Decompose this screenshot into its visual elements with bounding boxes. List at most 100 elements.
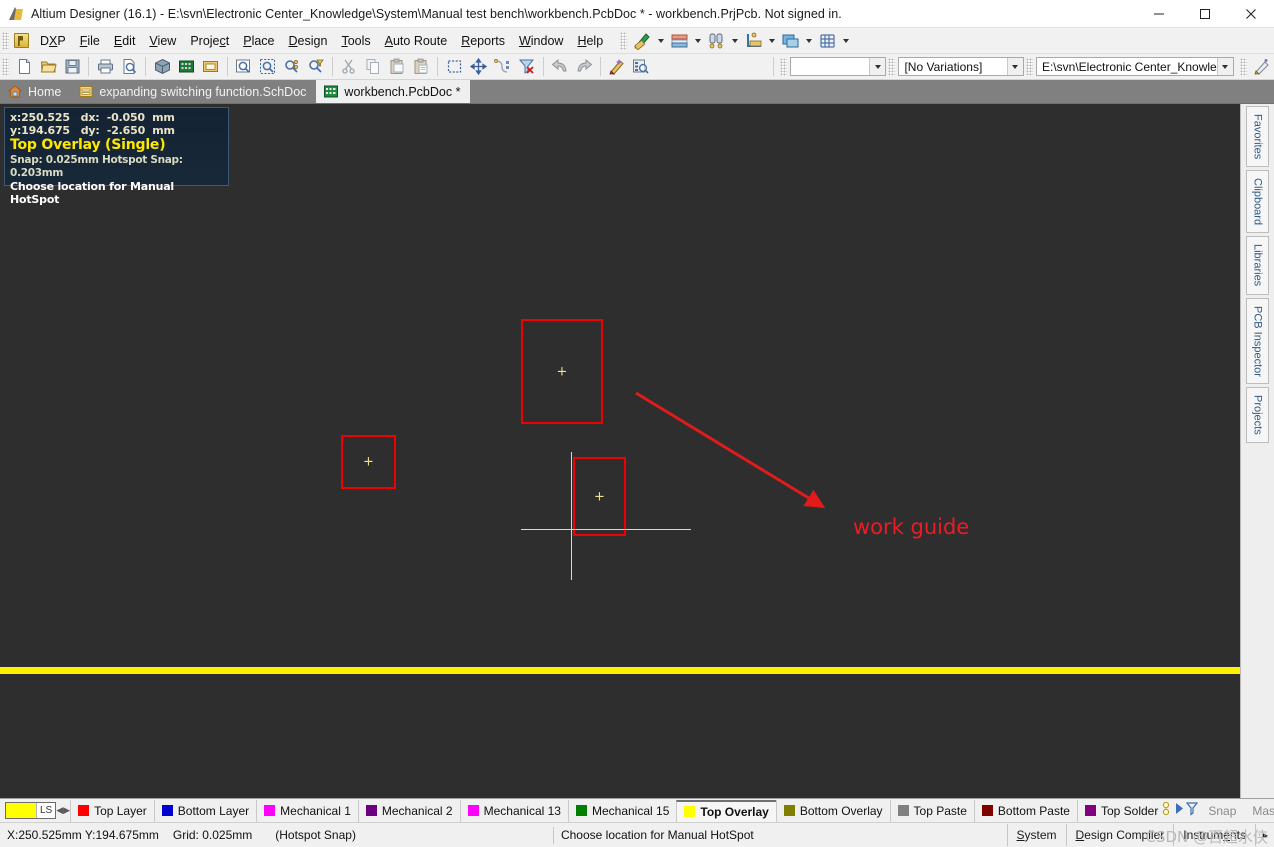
layer-tab-top-layer[interactable]: Top Layer [70,799,154,822]
minimize-button[interactable] [1136,0,1182,28]
pad-top[interactable]: + [521,319,603,424]
menu-file[interactable]: File [73,31,107,51]
standard-toolbar-grip[interactable] [2,57,9,76]
document-tab-pcbdoc[interactable]: workbench.PcbDoc * [316,80,471,103]
dxp-icon[interactable] [14,33,29,48]
layer-tab-bottom-paste[interactable]: Bottom Paste [973,799,1077,822]
cut-icon[interactable] [337,55,361,79]
panel-tab-clipboard[interactable]: Clipboard [1246,170,1269,234]
mask-level-control[interactable]: Mask Level [1244,804,1274,818]
project-combo[interactable]: E:\svn\Electronic Center_Knowle [1035,57,1234,76]
undo-icon[interactable] [548,55,572,79]
document-tab-schdoc[interactable]: expanding switching function.SchDoc [71,80,316,103]
print-preview-icon[interactable] [117,55,141,79]
pcb-canvas[interactable]: + + + work guide x:250.525 dx: -0.050 mm… [0,104,1240,798]
grid-manager-icon[interactable] [815,30,839,52]
edit-pcb-icon[interactable] [1250,55,1274,79]
status-button-system[interactable]: System [1006,824,1066,846]
status-button-design-compiler[interactable]: Design Compiler [1065,824,1174,846]
variant-combo[interactable] [789,57,887,76]
menu-help[interactable]: Help [570,31,610,51]
maximize-button[interactable] [1182,0,1228,28]
variations-combo-arrow[interactable] [1006,58,1023,75]
pcb-toolbar-grip[interactable] [620,31,628,50]
paste-icon[interactable] [385,55,409,79]
open-project-icon[interactable] [199,55,223,79]
layer-sets-selector[interactable]: LS [5,802,57,819]
variations-toolbar-grip[interactable] [888,57,896,76]
board-dimension-dropdown[interactable] [765,30,778,52]
status-panel-overflow-button[interactable]: ▸ [1254,824,1274,846]
menu-place[interactable]: Place [236,31,281,51]
layer-tab-top-overlay[interactable]: Top Overlay [676,799,776,822]
copy-icon[interactable] [361,55,385,79]
clear-filter-icon[interactable] [514,55,538,79]
select-area-icon[interactable] [442,55,466,79]
menu-tools[interactable]: Tools [334,31,377,51]
layer-filter-icon[interactable] [1186,801,1199,821]
polygon-pour-dropdown[interactable] [802,30,815,52]
layer-tab-bottom-overlay[interactable]: Bottom Overlay [775,799,890,822]
pcb-canvas-surface[interactable]: + + + work guide x:250.525 dx: -0.050 mm… [0,104,1240,798]
save-document-icon[interactable] [60,55,84,79]
design-rule-check-dropdown[interactable] [654,30,667,52]
polygon-pour-icon[interactable] [778,30,802,52]
menu-grip-handle[interactable] [2,31,9,50]
document-tab-home[interactable]: Home [0,80,71,103]
edit-toolbar-grip[interactable] [1239,57,1247,76]
find-similar-objects-icon[interactable] [704,30,728,52]
pad-left[interactable]: + [341,435,396,489]
project-toolbar-grip[interactable] [1025,57,1033,76]
variant-toolbar-grip[interactable] [779,57,787,76]
print-icon[interactable] [93,55,117,79]
layer-stack-dropdown[interactable] [691,30,704,52]
variations-combo[interactable]: [No Variations] [898,57,1024,76]
panel-tab-pcb-inspector[interactable]: PCB Inspector [1246,297,1269,385]
menu-dxp[interactable]: DXP [33,31,73,51]
design-rule-check-icon[interactable] [630,30,654,52]
open-document-icon[interactable] [36,55,60,79]
layer-tab-mechanical-13[interactable]: Mechanical 13 [459,799,568,822]
panel-tab-projects[interactable]: Projects [1246,387,1269,444]
align-icon[interactable] [490,55,514,79]
close-button[interactable] [1228,0,1274,28]
zoom-document-icon[interactable] [232,55,256,79]
layer-tab-mechanical-2[interactable]: Mechanical 2 [357,799,460,822]
status-button-instruments[interactable]: Instruments [1173,824,1255,846]
find-similar-objects-dropdown[interactable] [728,30,741,52]
layer-tab-mechanical-1[interactable]: Mechanical 1 [256,799,358,822]
pad-selected[interactable]: + [573,457,626,536]
zoom-filter-icon[interactable] [304,55,328,79]
layer-stack-icon[interactable] [667,30,691,52]
browse-components-icon[interactable] [629,55,653,79]
view-3d-icon[interactable] [150,55,174,79]
menu-design[interactable]: Design [282,31,335,51]
zoom-area-icon[interactable] [256,55,280,79]
menu-edit[interactable]: Edit [107,31,143,51]
grid-manager-dropdown[interactable] [839,30,852,52]
layer-pairs-icon[interactable] [1162,801,1173,821]
layer-scroll-left-button[interactable]: ◀ [56,801,63,821]
layer-tab-top-paste[interactable]: Top Paste [889,799,974,822]
flip-board-icon[interactable] [1174,801,1185,821]
layer-scroll-right-button[interactable]: ▶ [63,801,70,821]
variant-combo-arrow[interactable] [869,58,886,75]
menu-view[interactable]: View [142,31,183,51]
layer-tab-mechanical-15[interactable]: Mechanical 15 [567,799,676,822]
snap-control[interactable]: Snap [1200,804,1244,818]
menu-auto-route[interactable]: Auto Route [378,31,455,51]
pcb-board-icon[interactable] [174,55,198,79]
menu-window[interactable]: Window [512,31,570,51]
panel-tab-favorites[interactable]: Favorites [1246,106,1269,168]
panel-tab-libraries[interactable]: Libraries [1246,236,1269,295]
move-icon[interactable] [466,55,490,79]
menu-reports[interactable]: Reports [454,31,512,51]
board-dimension-icon[interactable] [741,30,765,52]
project-combo-arrow[interactable] [1216,58,1233,75]
redo-icon[interactable] [572,55,596,79]
layer-tab-top-solder[interactable]: Top Solder [1076,799,1160,822]
paste-special-icon[interactable] [409,55,433,79]
new-document-icon[interactable] [12,55,36,79]
layer-tab-bottom-layer[interactable]: Bottom Layer [153,799,256,822]
menu-project[interactable]: Project [183,31,236,51]
